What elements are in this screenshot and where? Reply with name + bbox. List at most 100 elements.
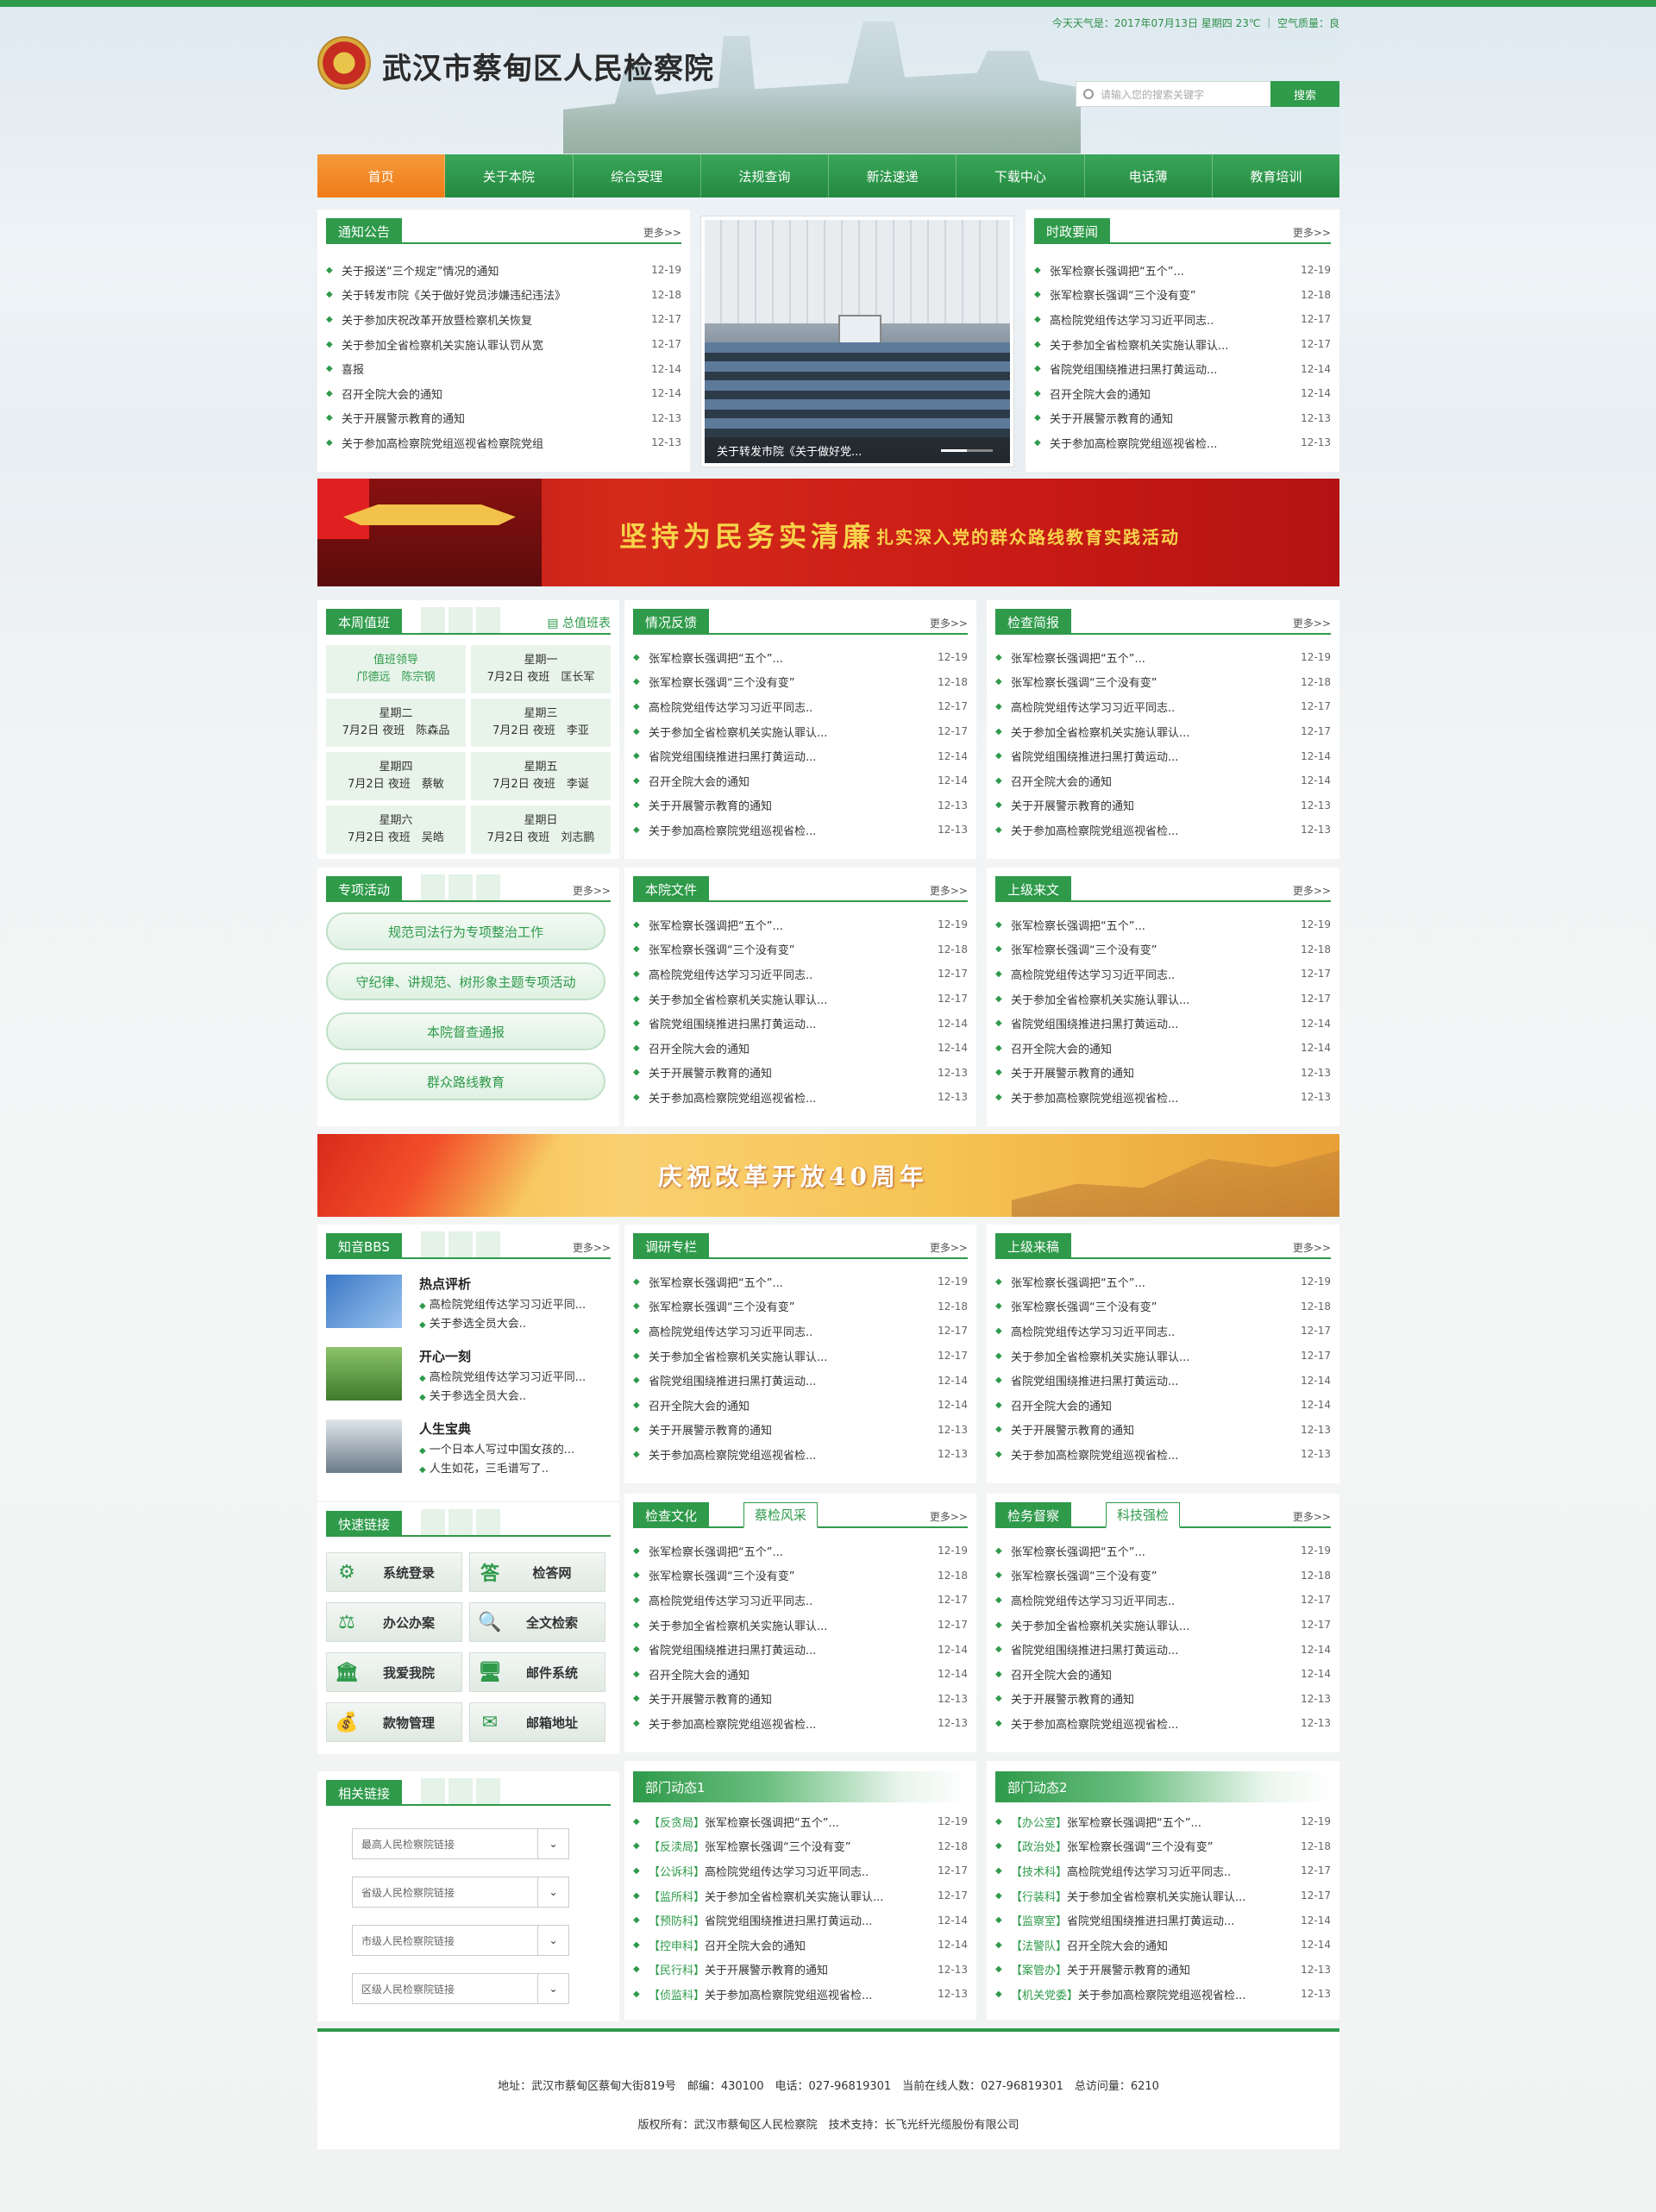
list-item[interactable]: ◆ 省院党组围绕推进扫黑打黄运动... 12-14 (633, 743, 968, 768)
bbs-item[interactable]: 人生宝典 ◆ 一个日本人写过中国女孩的... ◆ 人生如花，三毛谱写了.. (326, 1419, 611, 1480)
party-line-banner[interactable]: 坚持为民务实清廉 扎实深入党的群众路线教育实践活动 (317, 479, 1339, 586)
tab-supervision[interactable]: 检务督察 (995, 1502, 1072, 1528)
list-item[interactable]: ◆ 关于开展警示教育的通知 12-13 (995, 1061, 1331, 1086)
list-item[interactable]: ◆ 高检院党组传达学习习近平同志.. 12-17 (633, 1588, 968, 1613)
list-item-title[interactable]: 张军检察长强调把“五个”... (1011, 917, 1295, 933)
list-item[interactable]: ◆ 关于参加全省检察机关实施认罪认... 12-17 (995, 1344, 1331, 1369)
bbs-link[interactable]: ◆ 人生如花，三毛谱写了.. (419, 1459, 549, 1476)
list-item-title[interactable]: 【办公室】张军检察长强调把“五个”... (1011, 1814, 1295, 1830)
nav-item[interactable]: 法规查询 (701, 154, 829, 197)
list-item[interactable]: ◆ 关于开展警示教育的通知 12-13 (326, 406, 681, 431)
list-item-title[interactable]: 省院党组围绕推进扫黑打黄运动... (1011, 1641, 1295, 1657)
list-item[interactable]: ◆ 关于参加全省检察机关实施认罪认... 12-17 (995, 719, 1331, 744)
list-item[interactable]: ◆ 张军检察长强调把“五个”... 12-19 (1034, 258, 1331, 283)
list-item-title[interactable]: 关于参加全省检察机关实施认罪认... (649, 991, 932, 1007)
list-item[interactable]: ◆ 张军检察长强调“三个没有变” 12-18 (995, 1563, 1331, 1589)
list-item[interactable]: ◆ 关于参加高检察院党组巡视省检... 12-13 (1034, 430, 1331, 455)
list-item-title[interactable]: 张军检察长强调“三个没有变” (1050, 286, 1295, 303)
list-item[interactable]: ◆ 召开全院大会的通知 12-14 (995, 1393, 1331, 1418)
bbs-link[interactable]: ◆ 关于参选全员大会.. (419, 1314, 526, 1331)
list-item-title[interactable]: 【行装科】关于参加全省检察机关实施认罪认... (1011, 1888, 1295, 1904)
photo-slideshow[interactable]: 关于转发市院《关于做好党... (701, 216, 1013, 467)
list-item[interactable]: ◆ 【案管办】关于开展警示教育的通知 12-13 (995, 1958, 1331, 1983)
list-item[interactable]: ◆ 张军检察长强调“三个没有变” 12-18 (633, 1294, 968, 1319)
list-item-title[interactable]: 关于开展警示教育的通知 (1011, 1421, 1295, 1438)
quick-link-button[interactable]: 🔍 全文检索 (469, 1602, 605, 1642)
special-link[interactable]: 守纪律、讲规范、树形象主题专项活动 (326, 962, 605, 1000)
list-item-title[interactable]: 关于开展警示教育的通知 (649, 1421, 932, 1438)
chevron-down-icon[interactable]: ⌄ (537, 1926, 568, 1955)
list-item[interactable]: ◆ 【侦监科】关于参加高检察院党组巡视省检... 12-13 (633, 1982, 968, 2007)
list-item-title[interactable]: 【法警队】召开全院大会的通知 (1011, 1937, 1295, 1953)
bbs-link[interactable]: ◆ 关于参选全员大会.. (419, 1387, 526, 1403)
list-item[interactable]: ◆ 【预防科】省院党组围绕推进扫黑打黄运动... 12-14 (633, 1908, 968, 1933)
list-item-title[interactable]: 张军检察长强调“三个没有变” (649, 674, 932, 690)
list-item-title[interactable]: 【控申科】召开全院大会的通知 (649, 1937, 932, 1953)
list-item[interactable]: ◆ 关于开展警示教育的通知 12-13 (995, 793, 1331, 818)
list-item[interactable]: ◆ 关于参加全省检察机关实施认罪认罚从宽 12-17 (326, 332, 681, 357)
list-item-title[interactable]: 关于参加全省检察机关实施认罪认... (649, 1617, 932, 1633)
list-item[interactable]: ◆ 高检院党组传达学习习近平同志.. 12-17 (995, 962, 1331, 987)
list-item[interactable]: ◆ 关于参加高检察院党组巡视省检察院党组 12-13 (326, 430, 681, 455)
nav-item[interactable]: 关于本院 (445, 154, 574, 197)
list-item-title[interactable]: 召开全院大会的通知 (649, 1397, 932, 1413)
nav-item[interactable]: 首页 (317, 154, 446, 197)
list-item[interactable]: ◆ 高检院党组传达学习习近平同志.. 12-17 (995, 694, 1331, 719)
bbs-heading[interactable]: 热点评析 (419, 1275, 471, 1293)
list-item[interactable]: ◆ 召开全院大会的通知 12-14 (1034, 381, 1331, 406)
nav-item[interactable]: 下载中心 (957, 154, 1085, 197)
list-item-title[interactable]: 关于开展警示教育的通知 (342, 410, 646, 426)
bbs-thumbnail[interactable] (326, 1419, 402, 1473)
list-item[interactable]: ◆ 【行装科】关于参加全省检察机关实施认罪认... 12-17 (995, 1883, 1331, 1908)
list-item[interactable]: ◆ 关于参加高检察院党组巡视省检... 12-13 (633, 818, 968, 843)
list-item-title[interactable]: 召开全院大会的通知 (1011, 773, 1295, 789)
list-item[interactable]: ◆ 张军检察长强调“三个没有变” 12-18 (1034, 283, 1331, 308)
bbs-link[interactable]: ◆ 高检院党组传达学习习近平同... (419, 1295, 586, 1312)
special-link[interactable]: 群众路线教育 (326, 1062, 605, 1100)
list-item-title[interactable]: 【民行科】关于开展警示教育的通知 (649, 1961, 932, 1977)
bbs-link[interactable]: ◆ 一个日本人写过中国女孩的... (419, 1440, 574, 1457)
list-item[interactable]: ◆ 张军检察长强调把“五个”... 12-19 (995, 645, 1331, 670)
list-item[interactable]: ◆ 关于参加全省检察机关实施认罪认... 12-17 (633, 987, 968, 1012)
nav-item[interactable]: 电话薄 (1085, 154, 1213, 197)
list-item[interactable]: ◆ 关于开展警示教育的通知 12-13 (633, 1418, 968, 1443)
list-item[interactable]: ◆ 关于参加高检察院党组巡视省检... 12-13 (995, 1442, 1331, 1467)
list-item[interactable]: ◆ 张军检察长强调把“五个”... 12-19 (633, 645, 968, 670)
list-item[interactable]: ◆ 高检院党组传达学习习近平同志.. 12-17 (1034, 307, 1331, 332)
list-item[interactable]: ◆ 省院党组围绕推进扫黑打黄运动... 12-14 (995, 1637, 1331, 1662)
list-item-title[interactable]: 张军检察长强调“三个没有变” (649, 941, 932, 957)
list-item[interactable]: ◆ 关于参加高检察院党组巡视省检... 12-13 (995, 1711, 1331, 1736)
list-item[interactable]: ◆ 张军检察长强调“三个没有变” 12-18 (995, 1294, 1331, 1319)
search-input[interactable]: 请输入您的搜索关键字 (1076, 81, 1270, 107)
list-item-title[interactable]: 【侦监科】关于参加高检察院党组巡视省检... (649, 1986, 932, 2002)
list-item[interactable]: ◆ 召开全院大会的通知 12-14 (995, 768, 1331, 793)
related-link-select[interactable]: 省级人民检察院链接 ⌄ (352, 1877, 569, 1908)
list-item-title[interactable]: 关于参加高检察院党组巡视省检... (1011, 1446, 1295, 1463)
special-link[interactable]: 本院督查通报 (326, 1012, 605, 1050)
list-item-title[interactable]: 关于参加庆祝改革开放暨检察机关恢复 (342, 311, 646, 328)
tab-tech[interactable]: 科技强检 (1106, 1502, 1181, 1528)
list-item-title[interactable]: 省院党组围绕推进扫黑打黄运动... (1011, 748, 1295, 764)
list-item-title[interactable]: 召开全院大会的通知 (342, 385, 646, 402)
list-item-title[interactable]: 张军检察长强调“三个没有变” (649, 1298, 932, 1314)
list-item-title[interactable]: 关于转发市院《关于做好党员涉嫌违纪违法》 (342, 286, 646, 303)
list-item[interactable]: ◆ 【技术科】高检院党组传达学习习近平同志.. 12-17 (995, 1858, 1331, 1883)
list-item-title[interactable]: 关于参加全省检察机关实施认罪认... (649, 724, 932, 740)
list-item[interactable]: ◆ 关于参加高检察院党组巡视省检... 12-13 (995, 818, 1331, 843)
list-item-title[interactable]: 高检院党组传达学习习近平同志.. (1011, 1592, 1295, 1608)
docs-more-link[interactable]: 更多>> (930, 883, 968, 898)
list-item[interactable]: ◆ 【政治处】张军检察长强调“三个没有变” 12-18 (995, 1834, 1331, 1859)
quick-link-button[interactable]: ⚙ 系统登录 (326, 1552, 462, 1592)
list-item-title[interactable]: 关于参加全省检察机关实施认罪认罚从宽 (342, 336, 646, 353)
list-item-title[interactable]: 关于开展警示教育的通知 (1050, 410, 1295, 426)
list-item-title[interactable]: 张军检察长强调把“五个”... (649, 649, 932, 666)
list-item-title[interactable]: 省院党组围绕推进扫黑打黄运动... (1011, 1372, 1295, 1388)
list-item-title[interactable]: 张军检察长强调把“五个”... (649, 917, 932, 933)
list-item[interactable]: ◆ 关于报送“三个规定”情况的通知 12-19 (326, 258, 681, 283)
list-item-title[interactable]: 省院党组围绕推进扫黑打黄运动... (1011, 1015, 1295, 1031)
list-item-title[interactable]: 关于参加高检察院党组巡视省检... (649, 822, 932, 838)
manuscripts-more-link[interactable]: 更多>> (1293, 1240, 1331, 1255)
list-item[interactable]: ◆ 召开全院大会的通知 12-14 (633, 1036, 968, 1061)
list-item-title[interactable]: 张军检察长强调“三个没有变” (1011, 1298, 1295, 1314)
list-item[interactable]: ◆ 省院党组围绕推进扫黑打黄运动... 12-14 (995, 1011, 1331, 1036)
